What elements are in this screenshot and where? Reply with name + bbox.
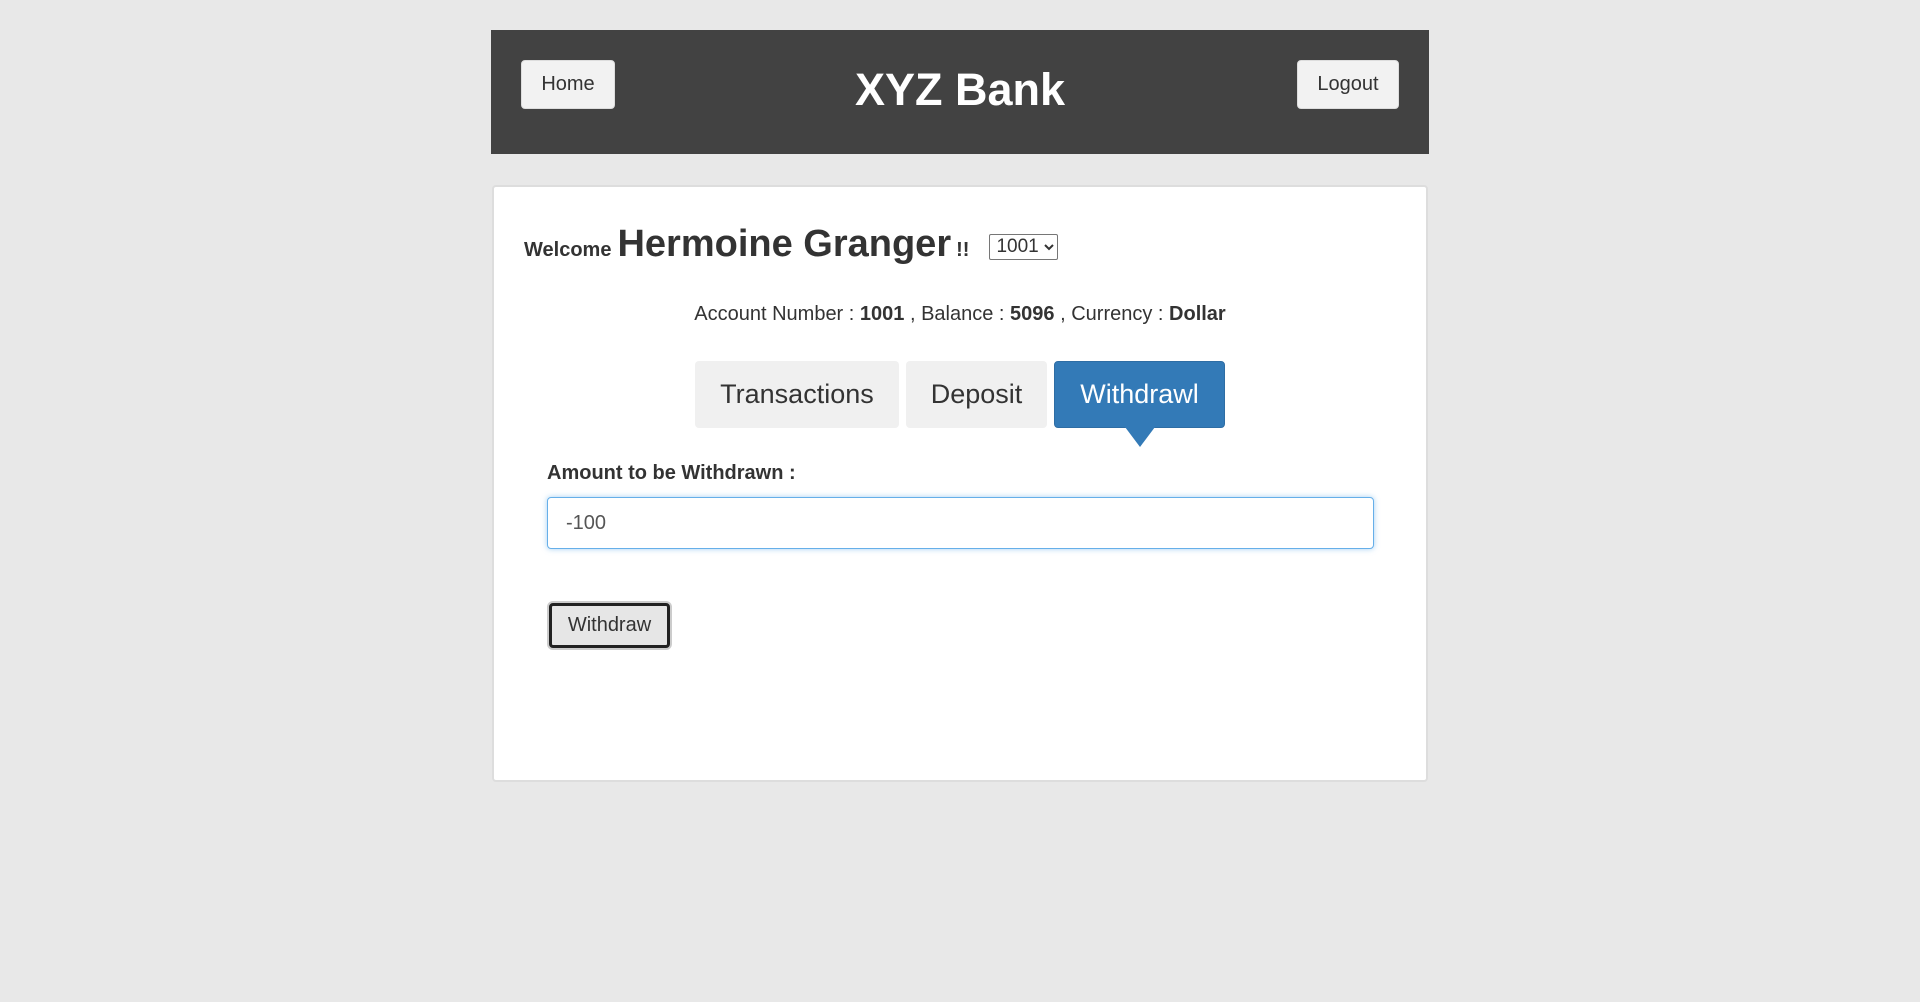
app-header: Home XYZ Bank Logout xyxy=(491,30,1429,154)
tab-withdrawl[interactable]: Withdrawl xyxy=(1054,361,1225,447)
welcome-row: Welcome Hermoine Granger !! 1001 xyxy=(524,223,1059,266)
welcome-label: Welcome xyxy=(524,239,612,261)
customer-panel: Welcome Hermoine Granger !! 1001 Account… xyxy=(492,185,1428,782)
balance-label: , Balance : xyxy=(909,303,1005,325)
amount-label: Amount to be Withdrawn : xyxy=(547,462,796,484)
customer-name: Hermoine Granger xyxy=(617,223,952,265)
tab-deposit[interactable]: Deposit xyxy=(905,361,1048,428)
welcome-suffix: !! xyxy=(956,239,970,261)
account-select[interactable]: 1001 xyxy=(989,233,1059,260)
balance-value: 5096 xyxy=(1010,303,1055,325)
account-info: Account Number : 1001 , Balance : 5096 ,… xyxy=(494,303,1426,326)
currency-label: , Currency : xyxy=(1060,303,1164,325)
account-number-value: 1001 xyxy=(859,303,905,325)
logout-button[interactable]: Logout xyxy=(1297,60,1399,109)
withdraw-button[interactable]: Withdraw xyxy=(549,603,670,648)
tab-transactions[interactable]: Transactions xyxy=(695,361,899,428)
amount-input[interactable] xyxy=(547,497,1374,549)
currency-value: Dollar xyxy=(1169,303,1226,325)
tab-bar: Transactions Deposit Withdrawl xyxy=(494,361,1426,447)
bank-title: XYZ Bank xyxy=(854,64,1066,115)
account-number-label: Account Number : xyxy=(694,303,855,325)
